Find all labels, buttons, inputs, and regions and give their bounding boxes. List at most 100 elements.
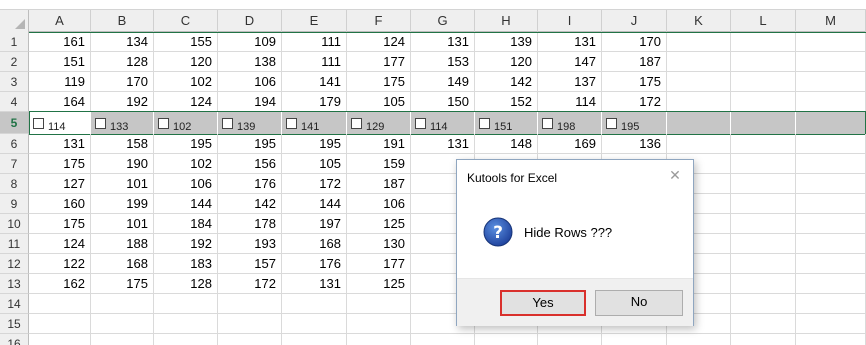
- cell[interactable]: [91, 334, 154, 345]
- row-header-7[interactable]: 7: [0, 154, 29, 174]
- cell[interactable]: [796, 52, 866, 72]
- cell[interactable]: 175: [347, 72, 411, 92]
- cell[interactable]: [29, 294, 91, 314]
- cell[interactable]: 175: [602, 72, 667, 92]
- cell[interactable]: 106: [154, 174, 218, 194]
- checkbox[interactable]: [95, 118, 106, 129]
- close-icon[interactable]: ✕: [667, 167, 683, 184]
- cell[interactable]: 156: [218, 154, 282, 174]
- column-header-f[interactable]: F: [347, 10, 411, 32]
- cell[interactable]: 128: [154, 274, 218, 294]
- cell[interactable]: [218, 294, 282, 314]
- cell[interactable]: [282, 294, 347, 314]
- cell[interactable]: 149: [411, 72, 475, 92]
- cell[interactable]: [731, 154, 796, 174]
- cell[interactable]: 176: [218, 174, 282, 194]
- cell[interactable]: 114: [538, 92, 602, 112]
- cell[interactable]: [29, 314, 91, 334]
- cell[interactable]: [667, 72, 731, 92]
- cell[interactable]: 102: [154, 72, 218, 92]
- cell[interactable]: [667, 334, 731, 345]
- cell[interactable]: [154, 314, 218, 334]
- cell[interactable]: 102: [154, 154, 218, 174]
- column-header-h[interactable]: H: [475, 10, 538, 32]
- cell[interactable]: 150: [411, 92, 475, 112]
- cell[interactable]: 105: [347, 92, 411, 112]
- cell[interactable]: [411, 334, 475, 345]
- checkbox-cell[interactable]: 133: [91, 112, 154, 134]
- cell[interactable]: 109: [218, 32, 282, 52]
- checkbox-cell[interactable]: 139: [218, 112, 282, 134]
- cell[interactable]: 187: [602, 52, 667, 72]
- cell[interactable]: [29, 334, 91, 345]
- row-header-14[interactable]: 14: [0, 294, 29, 314]
- checkbox-cell[interactable]: 129: [347, 112, 411, 134]
- cell[interactable]: 175: [29, 214, 91, 234]
- cell[interactable]: 175: [29, 154, 91, 174]
- cell[interactable]: 147: [538, 52, 602, 72]
- cell[interactable]: 131: [411, 32, 475, 52]
- row-header-11[interactable]: 11: [0, 234, 29, 254]
- cell[interactable]: [731, 234, 796, 254]
- cell[interactable]: 120: [154, 52, 218, 72]
- yes-button[interactable]: Yes: [500, 290, 586, 316]
- row-header-15[interactable]: 15: [0, 314, 29, 334]
- cell[interactable]: [538, 334, 602, 345]
- row-header-1[interactable]: 1: [0, 32, 29, 52]
- cell[interactable]: 172: [218, 274, 282, 294]
- checkbox[interactable]: [479, 118, 490, 129]
- cell[interactable]: 194: [218, 92, 282, 112]
- cell[interactable]: 106: [347, 194, 411, 214]
- cell[interactable]: 177: [347, 52, 411, 72]
- checkbox-cell[interactable]: 114: [411, 112, 475, 134]
- cell[interactable]: 195: [282, 134, 347, 154]
- cell[interactable]: [796, 274, 866, 294]
- row-header-5[interactable]: 5: [0, 112, 29, 134]
- checkbox-cell[interactable]: [796, 112, 866, 134]
- cell[interactable]: [731, 174, 796, 194]
- cell[interactable]: 187: [347, 174, 411, 194]
- checkbox-cell[interactable]: 102: [154, 112, 218, 134]
- cell[interactable]: [218, 334, 282, 345]
- cell[interactable]: 168: [282, 234, 347, 254]
- cell[interactable]: [796, 314, 866, 334]
- cell[interactable]: [347, 334, 411, 345]
- cell[interactable]: 119: [29, 72, 91, 92]
- column-header-i[interactable]: I: [538, 10, 602, 32]
- cell[interactable]: 125: [347, 214, 411, 234]
- cell[interactable]: [731, 32, 796, 52]
- checkbox-cell[interactable]: 151: [475, 112, 538, 134]
- cell[interactable]: [731, 92, 796, 112]
- cell[interactable]: 106: [218, 72, 282, 92]
- column-header-m[interactable]: M: [796, 10, 866, 32]
- column-header-a[interactable]: A: [29, 10, 91, 32]
- cell[interactable]: [667, 52, 731, 72]
- cell[interactable]: 131: [29, 134, 91, 154]
- cell[interactable]: 197: [282, 214, 347, 234]
- cell[interactable]: 184: [154, 214, 218, 234]
- cell[interactable]: 124: [29, 234, 91, 254]
- cell[interactable]: 179: [282, 92, 347, 112]
- cell[interactable]: 170: [602, 32, 667, 52]
- cell[interactable]: 175: [91, 274, 154, 294]
- cell[interactable]: 142: [475, 72, 538, 92]
- cell[interactable]: 101: [91, 174, 154, 194]
- cell[interactable]: 157: [218, 254, 282, 274]
- cell[interactable]: 183: [154, 254, 218, 274]
- cell[interactable]: 144: [282, 194, 347, 214]
- cell[interactable]: 111: [282, 32, 347, 52]
- cell[interactable]: [796, 32, 866, 52]
- cell[interactable]: 134: [91, 32, 154, 52]
- cell[interactable]: [796, 334, 866, 345]
- cell[interactable]: [154, 294, 218, 314]
- checkbox-cell[interactable]: [667, 112, 731, 134]
- cell[interactable]: [731, 134, 796, 154]
- cell[interactable]: 195: [154, 134, 218, 154]
- cell[interactable]: [796, 134, 866, 154]
- no-button[interactable]: No: [595, 290, 683, 316]
- cell[interactable]: [731, 214, 796, 234]
- checkbox-cell[interactable]: [731, 112, 796, 134]
- row-header-4[interactable]: 4: [0, 92, 29, 112]
- cell[interactable]: 127: [29, 174, 91, 194]
- cell[interactable]: 172: [602, 92, 667, 112]
